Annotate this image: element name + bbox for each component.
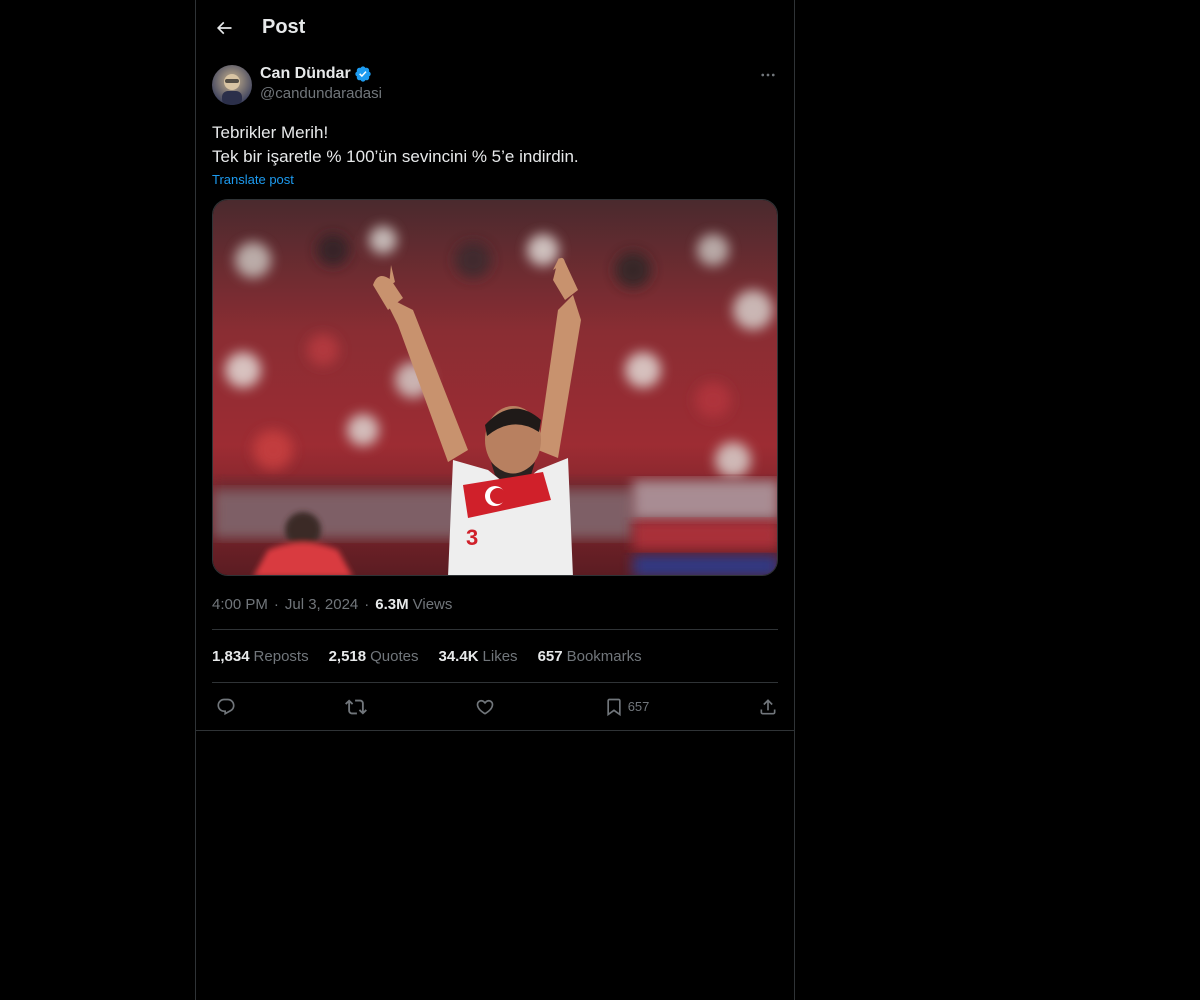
repost-button[interactable] <box>344 696 367 718</box>
share-icon <box>760 698 776 714</box>
reposts-label: Reposts <box>253 647 309 665</box>
likes-stat[interactable]: 34.4K Likes <box>439 648 518 665</box>
post-text-line-1: Tebrikler Merih! <box>212 123 329 142</box>
likes-count: 34.4K <box>438 647 479 665</box>
back-button[interactable] <box>206 10 242 46</box>
views-label: Views <box>412 596 453 613</box>
post-media-image[interactable]: 3 <box>212 199 778 576</box>
main-column: Post Can Dündar @candundaradasi Tebrikle… <box>195 0 795 1000</box>
author-meta: Can Dündar @candundaradasi <box>260 65 382 102</box>
post-photo: 3 <box>213 200 777 575</box>
verified-badge-icon <box>354 65 372 83</box>
post-text-line-2: Tek bir işaretle % 100’ün sevincini % 5’… <box>212 147 579 166</box>
bookmark-icon <box>607 698 621 716</box>
reply-button[interactable] <box>216 697 236 717</box>
quotes-stat[interactable]: 2,518 Quotes <box>329 648 419 665</box>
separator-dot: · <box>364 596 370 613</box>
back-arrow-icon <box>216 21 232 34</box>
action-bar: 657 <box>196 683 794 731</box>
share-button[interactable] <box>758 697 778 717</box>
reply-icon <box>217 698 235 715</box>
views-count: 6.3M <box>375 596 409 613</box>
quotes-count: 2,518 <box>328 647 367 665</box>
translate-post-link[interactable]: Translate post <box>212 172 294 187</box>
author-display-name[interactable]: Can Dündar <box>260 65 351 83</box>
avatar[interactable] <box>212 65 252 105</box>
more-options-icon <box>761 73 775 77</box>
engagement-stats: 1,834 Reposts 2,518 Quotes 34.4K Likes 657 B… <box>212 630 778 683</box>
author-row: Can Dündar @candundaradasi <box>212 65 778 105</box>
like-icon <box>476 699 494 715</box>
bookmarks-label: Bookmarks <box>566 647 642 665</box>
avatar-image <box>212 65 252 105</box>
bookmarks-count: 657 <box>537 647 563 665</box>
top-bar: Post <box>196 0 794 55</box>
like-button[interactable] <box>475 697 495 717</box>
post: Can Dündar @candundaradasi Tebrikler Mer… <box>196 65 794 731</box>
reposts-stat[interactable]: 1,834 Reposts <box>212 648 309 665</box>
svg-text:3: 3 <box>466 525 478 550</box>
separator-dot: · <box>273 596 279 613</box>
bookmarks-stat[interactable]: 657 Bookmarks <box>538 648 642 665</box>
reposts-count: 1,834 <box>212 647 250 665</box>
post-time[interactable]: 4:00 PM <box>212 596 268 613</box>
author-handle[interactable]: @candundaradasi <box>260 85 382 102</box>
repost-icon <box>344 699 367 714</box>
bookmark-button[interactable]: 657 <box>604 697 650 717</box>
post-date[interactable]: Jul 3, 2024 <box>285 596 358 613</box>
bookmark-count: 657 <box>627 699 650 714</box>
quotes-label: Quotes <box>370 647 419 665</box>
page-title: Post <box>262 16 306 38</box>
name-line: Can Dündar <box>260 65 382 83</box>
likes-label: Likes <box>482 647 518 665</box>
post-text: Tebrikler Merih! Tek bir işaretle % 100’… <box>212 121 778 169</box>
more-options-button[interactable] <box>758 65 778 85</box>
timestamp-row: 4:00 PM · Jul 3, 2024 · 6.3M Views <box>212 596 778 630</box>
